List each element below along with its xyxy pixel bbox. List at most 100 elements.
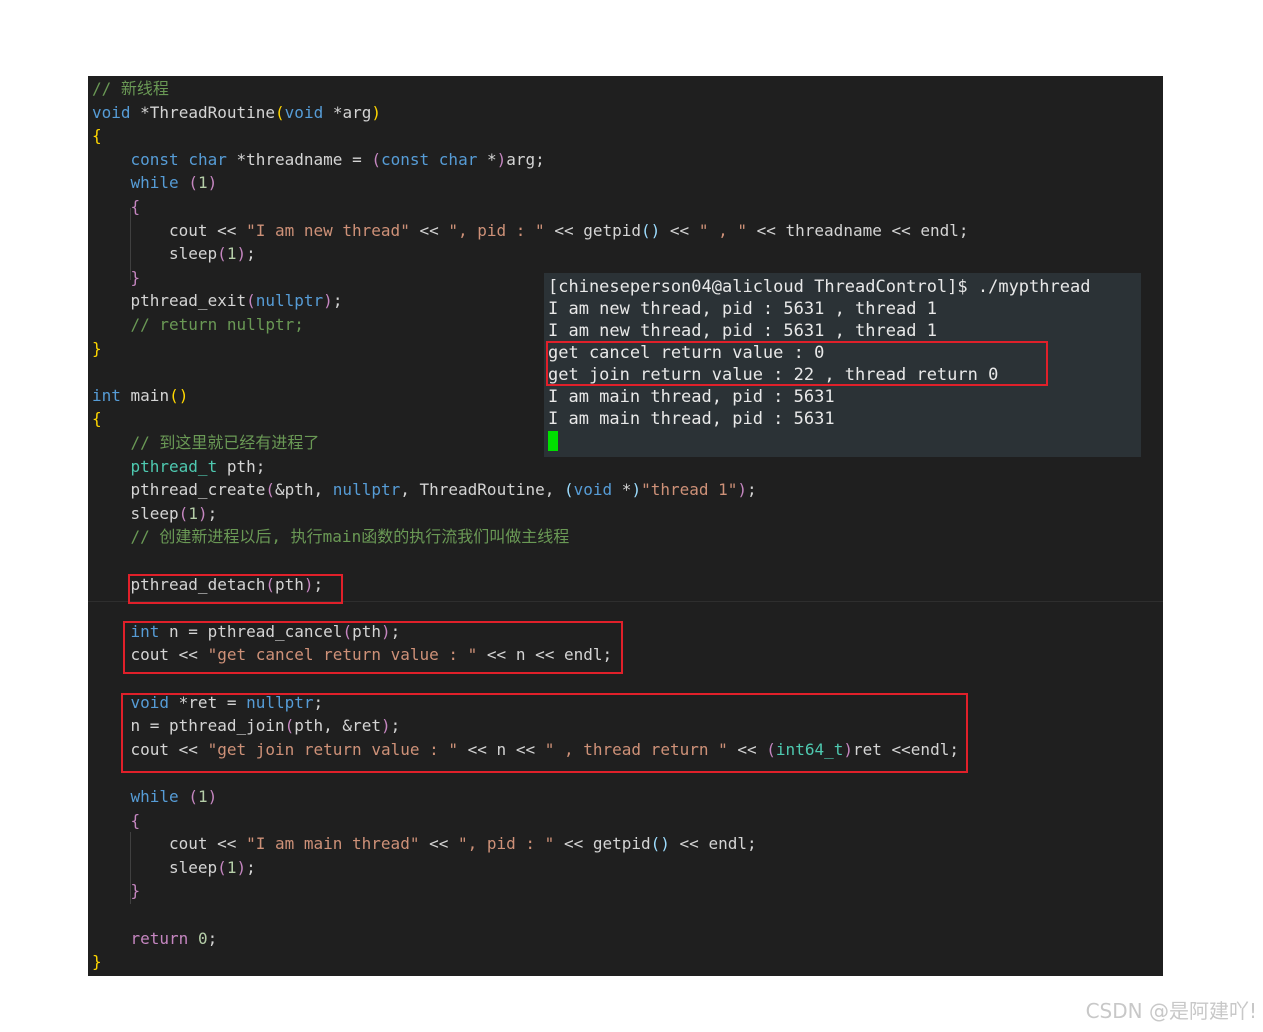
code-token: ) (371, 102, 382, 122)
code-token: // 到这里就已经有进程了 (130, 433, 320, 452)
code-token: () (650, 834, 670, 854)
code-token: pthread_t (130, 456, 218, 476)
code-token: cout << (169, 834, 247, 854)
code-line[interactable]: pthread_exit(nullptr); (131, 289, 343, 313)
code-token: ) (496, 149, 507, 169)
code-token: ( (275, 102, 285, 122)
code-token: ( (178, 503, 189, 523)
code-line[interactable]: { (131, 809, 141, 833)
code-line[interactable]: pthread_create(&pth, nullptr, ThreadRout… (131, 478, 757, 502)
code-token: ) (631, 480, 642, 500)
code-line[interactable]: int main() (92, 384, 188, 408)
code-token: void (284, 102, 324, 122)
code-token: arg; (506, 149, 545, 169)
code-editor[interactable]: // 新线程 void *ThreadRoutine(void *arg){con… (88, 76, 1163, 976)
code-token: } (130, 881, 141, 901)
code-token: 1 (188, 503, 198, 523)
code-token: ( (188, 787, 198, 806)
code-token: " , " (698, 220, 747, 240)
code-line[interactable]: const char *threadname = (const char *)a… (131, 148, 545, 172)
code-line[interactable]: void *ThreadRoutine(void *arg) (92, 101, 381, 125)
code-line[interactable]: // 新线程 (92, 77, 169, 101)
code-token: << (660, 220, 699, 240)
terminal-output: [chineseperson04@alicloud ThreadControl]… (544, 273, 1141, 457)
code-line[interactable]: } (92, 950, 102, 974)
code-token: *arg (323, 102, 372, 122)
code-line[interactable]: while (1) (131, 785, 218, 809)
code-token: char (188, 149, 227, 169)
code-line[interactable]: } (131, 879, 141, 903)
code-line[interactable]: { (92, 124, 102, 148)
code-token: "I am main thread" (246, 834, 420, 854)
code-token: pthread_create (130, 480, 266, 500)
highlight-cancel (123, 621, 623, 674)
code-line[interactable]: return 0; (131, 927, 218, 951)
code-token: << threadname << endl; (746, 220, 969, 240)
code-token: 1 (197, 173, 208, 193)
code-token: << endl; (669, 834, 757, 854)
code-token: sleep (169, 244, 218, 264)
code-line[interactable]: sleep(1); (169, 856, 256, 880)
code-line[interactable]: cout << "I am new thread" << ", pid : " … (169, 219, 969, 243)
code-line[interactable]: // 到这里就已经有进程了 (131, 431, 320, 455)
code-token: nullptr (332, 480, 401, 500)
code-token: () (169, 385, 189, 405)
code-token: { (92, 126, 102, 146)
terminal-line: I am new thread, pid : 5631 , thread 1 (548, 321, 937, 341)
code-token: ThreadRoutine (149, 102, 276, 122)
code-token: int (92, 385, 121, 405)
code-token: sleep (130, 503, 179, 523)
code-token: nullptr (255, 291, 324, 311)
code-token: while (130, 173, 179, 193)
code-token: ", pid : " (448, 220, 545, 240)
code-token: pth; (217, 456, 266, 476)
code-token: main (120, 385, 170, 405)
code-token: ; (207, 928, 218, 948)
code-token: ( (217, 857, 227, 877)
code-line[interactable]: pthread_t pth; (131, 455, 266, 479)
code-token: // 创建新进程以后, 执行main函数的执行流我们叫做主线程 (130, 527, 570, 547)
code-token: << (409, 220, 449, 240)
code-token: "I am new thread" (246, 220, 410, 240)
code-line[interactable]: while (1) (131, 171, 218, 195)
indent-guide (130, 832, 131, 904)
code-token: ) (236, 857, 247, 877)
code-token: *threadname = (226, 149, 372, 169)
code-token: ) (207, 173, 218, 193)
code-token: return (130, 928, 189, 948)
terminal-line: I am main thread, pid : 5631 (548, 387, 835, 407)
code-line[interactable]: sleep(1); (169, 242, 256, 266)
code-line[interactable]: // return nullptr; (131, 313, 304, 337)
code-token: 0 (197, 928, 208, 948)
code-token: * (130, 102, 150, 122)
terminal-line: I am main thread, pid : 5631 (548, 409, 835, 429)
code-line[interactable]: } (92, 337, 102, 361)
code-token: ; (246, 857, 256, 877)
code-token: } (92, 338, 102, 358)
code-token: cout << (169, 220, 247, 240)
code-token: { (130, 810, 141, 830)
code-token: ( (217, 244, 227, 264)
code-token: { (130, 197, 141, 216)
code-line[interactable]: { (131, 195, 141, 219)
code-line[interactable]: sleep(1); (131, 502, 218, 526)
code-token: ( (246, 291, 256, 311)
code-token: * (612, 480, 632, 500)
code-line[interactable]: } (131, 266, 141, 290)
code-token: ; (747, 480, 757, 500)
code-token: &pth, (275, 480, 333, 500)
code-token: () (641, 220, 661, 240)
code-token: char (438, 149, 478, 169)
code-token: void (92, 102, 131, 122)
code-token: } (130, 267, 141, 287)
code-line[interactable]: { (92, 407, 102, 431)
code-token: const (380, 149, 430, 169)
code-line[interactable]: cout << "I am main thread" << ", pid : "… (169, 832, 757, 856)
code-line[interactable]: // 创建新进程以后, 执行main函数的执行流我们叫做主线程 (131, 525, 570, 549)
code-token: { (92, 409, 102, 429)
code-token: "thread 1" (641, 480, 738, 500)
